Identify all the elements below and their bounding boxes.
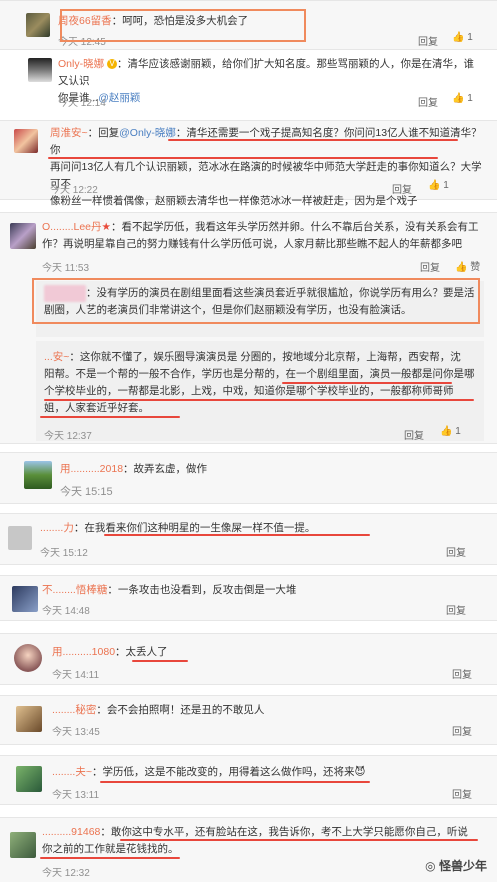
thumbs-up-icon: 👍	[455, 262, 468, 273]
thumbs-up-icon: 👍	[452, 93, 465, 104]
timestamp: 今天 15:12	[40, 548, 88, 559]
comment-card-7: 不........悟棒糖：一条攻击也没看到，反攻击倒是一大堆 今天 14:48 …	[0, 575, 497, 621]
reply-button[interactable]: 回复	[446, 602, 466, 617]
timestamp: 今天 12:14	[58, 98, 106, 109]
wechat-icon: ◎	[425, 859, 436, 873]
timestamp: 今天 12:37	[44, 431, 92, 442]
username-link[interactable]: 周淮安~	[50, 127, 88, 139]
avatar[interactable]	[10, 223, 36, 249]
watermark: ◎ 怪兽少年	[425, 859, 487, 873]
avatar[interactable]	[14, 129, 38, 153]
timestamp: 今天 14:48	[42, 606, 90, 617]
timestamp: 今天 12:32	[42, 868, 90, 879]
like-button[interactable]: 👍 1	[452, 93, 473, 104]
username-link[interactable]: ........夫~	[52, 766, 92, 778]
reply-button[interactable]: 回复	[420, 259, 440, 274]
reply-button[interactable]: 回复	[418, 33, 438, 48]
comment-card-6: ........力：在我看来你们这种明星的一生像屎一样不值一提。 今天 15:1…	[0, 513, 497, 565]
like-button[interactable]: 👍 赞	[455, 258, 480, 273]
timestamp: 今天 15:15	[60, 486, 113, 498]
username-link[interactable]: Only-晓娜	[58, 58, 104, 70]
underline-mark	[100, 781, 370, 783]
avatar[interactable]	[16, 766, 42, 792]
comment-text: 用..........1080：太丢人了	[52, 646, 168, 658]
avatar[interactable]	[14, 644, 42, 672]
timestamp: 今天 13:11	[52, 790, 100, 801]
username-link[interactable]: 不........悟棒糖	[42, 584, 107, 596]
avatar[interactable]	[10, 832, 36, 858]
verified-icon: V	[107, 59, 118, 70]
reply-button[interactable]: 回复	[452, 786, 472, 801]
like-button[interactable]: 👍 1	[452, 32, 473, 43]
underline-mark	[40, 857, 180, 859]
comment-card-4: O........Lee丹★：看不起学历低，我看这年头学历然并卵。什么不靠后台关…	[0, 212, 497, 444]
timestamp: 今天 14:11	[52, 670, 100, 681]
underline-mark	[120, 839, 478, 841]
like-button[interactable]: 👍 1	[428, 180, 449, 191]
username-link[interactable]: 用..........1080	[52, 646, 115, 658]
username-link[interactable]: O........Lee丹	[42, 221, 102, 233]
comment-text: ........夫~：学历低，这是不能改变的，用得着这么做作吗，还将来😈	[52, 766, 366, 778]
comment-text: 不........悟棒糖：一条攻击也没看到，反攻击倒是一大堆	[42, 584, 297, 596]
comment-text: ........秘密：会不会拍照啊！还是丑的不敢见人	[52, 704, 265, 716]
like-button[interactable]: 👍 1	[440, 426, 461, 437]
underline-mark	[282, 382, 452, 384]
comment-card-11: ..........91468：敢你这中专水平，还有脸站在这，我告诉你，考不上大…	[0, 817, 497, 882]
avatar[interactable]	[16, 706, 42, 732]
underline-mark	[44, 399, 474, 401]
comment-card-10: ........夫~：学历低，这是不能改变的，用得着这么做作吗，还将来😈 今天 …	[0, 755, 497, 805]
underline-mark	[132, 660, 188, 662]
underline-mark	[48, 157, 438, 159]
star-icon: ★	[101, 221, 111, 233]
comment-card-3: 周淮安~：回复@Only-晓娜：清华还需要一个戏子提高知名度？你问问13亿人谁不…	[0, 120, 497, 207]
highlight-box	[32, 278, 480, 324]
thumbs-up-icon: 👍	[440, 426, 453, 437]
comment-card-8: 用..........1080：太丢人了 今天 14:11 回复	[0, 633, 497, 685]
comment-text: ..........91468：敢你这中专水平，还有脸站在这，我告诉你，考不上大…	[42, 826, 468, 855]
avatar[interactable]	[28, 58, 52, 82]
reply-button[interactable]: 回复	[418, 94, 438, 109]
comment-card-2: Only-晓娜 V ：清华应该感谢丽颖，给你们扩大知名度。那些骂丽颖的人，你是在清…	[0, 52, 497, 114]
avatar[interactable]	[12, 586, 38, 612]
username-link[interactable]: ..........91468	[42, 826, 100, 838]
underline-mark	[168, 139, 458, 141]
reply-button[interactable]: 回复	[446, 544, 466, 559]
timestamp: 今天 13:45	[52, 727, 100, 738]
reply-button[interactable]: 回复	[452, 666, 472, 681]
username-link[interactable]: 用..........2018	[60, 463, 123, 475]
comment-text: O........Lee丹★：看不起学历低，我看这年头学历然并卵。什么不靠后台关…	[42, 221, 479, 250]
comment-card-5: 用..........2018：故弄玄虚，做作 今天 15:15	[0, 452, 497, 504]
username-link[interactable]: ...安~	[44, 351, 69, 363]
avatar[interactable]	[26, 13, 50, 37]
username-link[interactable]: ........秘密	[52, 704, 96, 716]
timestamp: 今天 11:53	[42, 263, 90, 274]
avatar[interactable]	[8, 526, 32, 550]
reply-button[interactable]: 回复	[404, 427, 424, 442]
thumbs-up-icon: 👍	[428, 180, 441, 191]
comment-text: 周淮安~：回复@Only-晓娜：清华还需要一个戏子提高知名度？你问问13亿人谁不…	[50, 127, 482, 207]
username-link[interactable]: ........力	[40, 522, 74, 534]
highlight-box	[60, 9, 306, 42]
underline-mark	[40, 416, 180, 418]
underline-mark	[104, 534, 370, 536]
thumbs-up-icon: 👍	[452, 32, 465, 43]
mention-link[interactable]: @Only-晓娜	[119, 127, 176, 139]
devil-emoji-icon: 😈	[354, 766, 366, 778]
avatar[interactable]	[24, 461, 52, 489]
comment-card-9: ........秘密：会不会拍照啊！还是丑的不敢见人 今天 13:45 回复	[0, 695, 497, 745]
comment-text: 用..........2018：故弄玄虚，做作	[60, 463, 208, 475]
reply-button[interactable]: 回复	[452, 723, 472, 738]
timestamp: 今天 12:22	[50, 185, 98, 196]
reply-button[interactable]: 回复	[392, 181, 412, 196]
